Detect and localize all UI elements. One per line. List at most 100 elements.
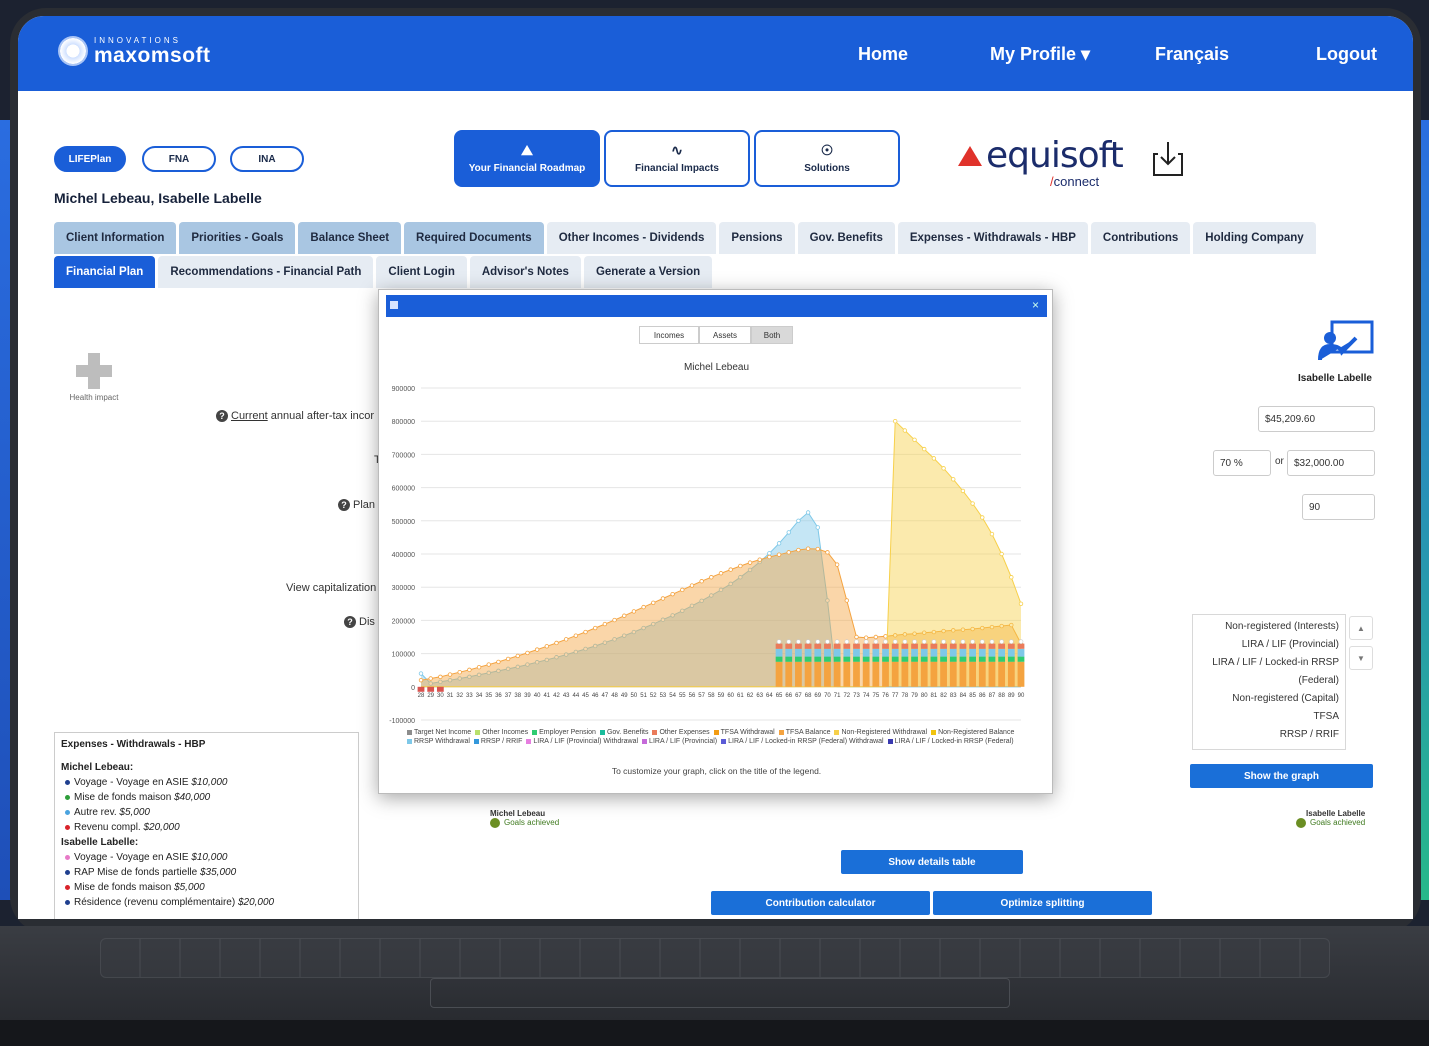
annual-income-field[interactable]: $45,209.60 (1258, 406, 1375, 432)
legend-item[interactable]: TFSA Balance (778, 729, 830, 736)
legend-item[interactable]: Other Expenses (652, 729, 710, 736)
expense-amount: $10,000 (191, 852, 228, 863)
legend-item[interactable]: LIRA / LIF (Provincial) Withdrawal (526, 738, 638, 745)
optimize-splitting-button[interactable]: Optimize splitting (933, 891, 1152, 915)
toggle-incomes[interactable]: Incomes (639, 326, 699, 344)
legend-item[interactable]: RRSP / RRIF (473, 738, 522, 745)
x-tick-label: 81 (931, 693, 938, 699)
tab-financial-impacts[interactable]: ∿ Financial Impacts (604, 130, 750, 187)
help-icon[interactable]: ? (216, 410, 228, 422)
income-bar-segment (862, 661, 870, 687)
chart-customize-tip: To customize your graph, click on the ti… (611, 766, 822, 776)
tab-gov-benefits[interactable]: Gov. Benefits (797, 222, 895, 254)
right-client-name: Isabelle Labelle (1298, 373, 1372, 384)
brand-logo[interactable]: INNOVATIONS maxomsoft (58, 36, 211, 66)
legend-item[interactable]: Gov. Benefits (599, 729, 648, 736)
help-icon[interactable]: ? (338, 499, 350, 511)
legend-item[interactable]: Other Incomes (475, 729, 528, 736)
listbox-option[interactable]: TFSA (1199, 708, 1339, 726)
tab-financial-plan[interactable]: Financial Plan (54, 256, 156, 288)
amount-field[interactable]: $32,000.00 (1287, 450, 1375, 476)
x-tick-label: 75 (872, 693, 879, 699)
asset-order-listbox[interactable]: Non-registered (Interests) LIRA / LIF (Pr… (1192, 614, 1346, 750)
tab-recommendations-financial-path[interactable]: Recommendations - Financial Path (158, 256, 374, 288)
income-bar-segment (969, 661, 976, 687)
projection-chart[interactable]: -100000 0 100000 200000 300000 400000 500000 60… (379, 376, 1054, 726)
tab-advisor-s-notes[interactable]: Advisor's Notes (469, 256, 581, 288)
legend-item[interactable]: LIRA / LIF / Locked-in RRSP (Federal) Wi… (721, 738, 884, 745)
move-down-button[interactable]: ▼ (1349, 646, 1373, 670)
percent-field[interactable]: 70 % (1213, 450, 1271, 476)
age-field[interactable]: 90 (1302, 494, 1375, 520)
nav-home[interactable]: Home (858, 44, 908, 65)
target-point (863, 639, 869, 644)
current-link[interactable]: Current (231, 410, 268, 422)
target-point (989, 639, 995, 644)
tab-priorities-goals[interactable]: Priorities - Goals (179, 222, 296, 254)
legend-item[interactable]: Non-Registered Withdrawal (834, 729, 927, 736)
legend-item[interactable]: LIRA / LIF (Provincial) (642, 738, 717, 745)
listbox-option[interactable]: Non-registered (Capital) (1199, 690, 1339, 708)
tab-required-documents[interactable]: Required Documents (404, 222, 544, 254)
health-impact[interactable]: Health impact (64, 353, 124, 402)
tab-expenses-withdrawals-hbp[interactable]: Expenses - Withdrawals - HBP (897, 222, 1088, 254)
legend-item[interactable]: Target Net Income (407, 729, 471, 736)
legend-item[interactable]: Employer Pension (532, 729, 596, 736)
legend-item[interactable]: LIRA / LIF / Locked-in RRSP (Federal) (887, 738, 1014, 745)
show-details-table-button[interactable]: Show details table (841, 850, 1023, 874)
planning-text: Plan (353, 499, 376, 511)
listbox-option[interactable]: (Federal) (1199, 672, 1339, 690)
tab-pensions[interactable]: Pensions (719, 222, 795, 254)
modal-close-icon[interactable]: × (1032, 298, 1039, 312)
legend-label: LIRA / LIF / Locked-in RRSP (Federal) Wi… (728, 738, 884, 745)
toggle-both[interactable]: Both (751, 326, 793, 344)
income-bar-segment (949, 656, 957, 662)
tab-other-incomes-dividends[interactable]: Other Incomes - Dividends (546, 222, 717, 254)
tab-client-login[interactable]: Client Login (376, 256, 467, 288)
expense-item: Mise de fonds maison $40,000 (61, 790, 352, 805)
nav-my-profile[interactable]: My Profile ▾ (990, 44, 1090, 65)
tab-solutions[interactable]: ☉ Solutions (754, 130, 900, 187)
series-point (699, 579, 704, 584)
legend-item[interactable]: Non-Registered Balance (931, 729, 1014, 736)
maxomsoft-logo-icon (58, 36, 88, 66)
legend-label: Other Expenses (659, 729, 710, 736)
tab-holding-company[interactable]: Holding Company (1193, 222, 1316, 254)
pill-ina[interactable]: INA (230, 146, 304, 172)
legend-item[interactable]: TFSA Withdrawal (713, 729, 775, 736)
income-bar-segment (998, 656, 1006, 662)
x-tick-label: 52 (650, 693, 657, 699)
x-tick-label: 29 (427, 693, 434, 699)
help-icon[interactable]: ? (344, 616, 356, 628)
nav-logout[interactable]: Logout (1316, 44, 1377, 65)
nav-language[interactable]: Français (1155, 44, 1229, 65)
series-point (660, 596, 666, 601)
pill-fna[interactable]: FNA (142, 146, 216, 172)
tab-generate-a-version[interactable]: Generate a Version (583, 256, 713, 288)
tab-balance-sheet[interactable]: Balance Sheet (298, 222, 402, 254)
listbox-option[interactable]: RRSP / RRIF (1199, 726, 1339, 744)
listbox-option[interactable]: LIRA / LIF (Provincial) (1199, 636, 1339, 654)
tab-financial-roadmap[interactable]: ⛰ Your Financial Roadmap (454, 130, 600, 187)
legend-item[interactable]: RRSP Withdrawal (407, 738, 470, 745)
series-point (505, 656, 511, 662)
x-tick-label: 58 (708, 693, 715, 699)
expense-label: Voyage - Voyage en ASIE (74, 777, 192, 788)
toggle-assets[interactable]: Assets (699, 326, 751, 344)
planning-label: ? Plan (338, 499, 375, 511)
tab-contributions[interactable]: Contributions (1090, 222, 1191, 254)
income-bar-segment (988, 661, 996, 687)
listbox-option[interactable]: Non-registered (Interests) (1199, 618, 1339, 636)
contribution-calculator-button[interactable]: Contribution calculator (711, 891, 930, 915)
tab-client-information[interactable]: Client Information (54, 222, 177, 254)
x-tick-label: 82 (940, 693, 947, 699)
show-graph-button[interactable]: Show the graph (1190, 764, 1373, 788)
pill-lifeplan[interactable]: LIFEPlan (54, 146, 126, 172)
series-point (970, 501, 975, 506)
move-up-button[interactable]: ▲ (1349, 616, 1373, 640)
download-icon[interactable] (1150, 140, 1186, 178)
chart-legend[interactable]: Target Net Income Other Incomes Employer P… (407, 728, 1037, 746)
listbox-option[interactable]: LIRA / LIF / Locked-in RRSP (1199, 654, 1339, 672)
presentation-icon[interactable] (1318, 320, 1374, 360)
series-point (689, 583, 695, 588)
